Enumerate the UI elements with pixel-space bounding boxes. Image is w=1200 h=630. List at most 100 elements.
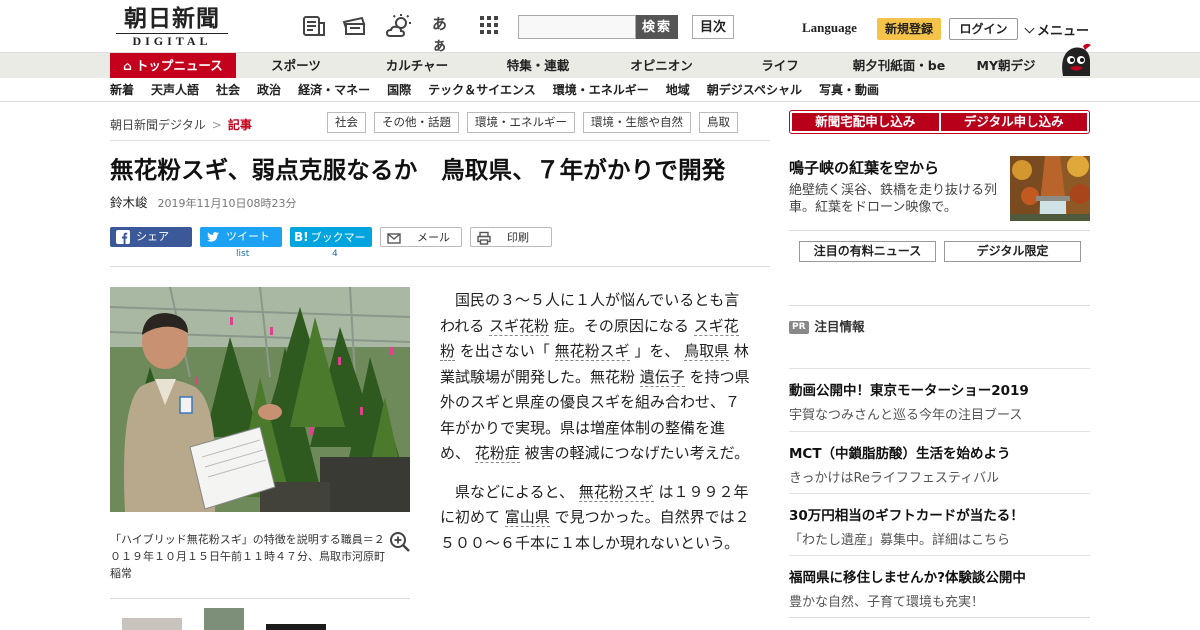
tag-environment-nature[interactable]: 環境・生態や自然 <box>583 112 691 133</box>
nav-sports[interactable]: スポーツ <box>236 53 356 79</box>
keyword-link[interactable]: 無花粉スギ <box>578 482 654 502</box>
newspaper-icon[interactable] <box>301 14 327 38</box>
toc-button[interactable]: 目次 <box>692 15 734 39</box>
apps-grid-icon[interactable] <box>477 14 503 38</box>
secondary-nav: 新着 天声人語 社会 政治 経済・マネー 国際 テック＆サイエンス 環境・エネル… <box>0 78 1200 102</box>
home-icon: ⌂ <box>123 59 132 73</box>
keyword-link[interactable]: 富山県 <box>504 508 550 527</box>
pr-item-title: MCT（中鎖脂肪酸）生活を始めよう <box>789 446 1011 462</box>
pr-badge: PR <box>789 321 809 334</box>
twitter-count[interactable]: list <box>236 249 249 259</box>
weather-icon[interactable] <box>386 14 412 38</box>
divider <box>110 140 770 141</box>
tag-tottori[interactable]: 鳥取 <box>699 112 738 133</box>
divider <box>789 230 1090 231</box>
pr-item-desc: きっかけはReライフフェスティバル <box>789 471 1000 486</box>
article-body: 国民の３～５人に１人が悩んでいるとも言われる スギ花粉 症。その原因になる スギ… <box>440 288 752 569</box>
hatena-bookmark-button[interactable]: B! ブックマーク <box>290 227 372 264</box>
nav-features[interactable]: 特集・連載 <box>478 53 598 79</box>
promo-title[interactable]: 鳴子峡の紅葉を空から <box>789 157 939 178</box>
nav2-region[interactable]: 地域 <box>666 78 690 102</box>
pr-item[interactable]: 30万円相当のギフトカードが当たる！ 「わたし遺産」募集中。詳細はこちら <box>789 493 1090 548</box>
mascot-icon <box>1062 43 1091 76</box>
article-photo[interactable] <box>110 287 410 512</box>
promo-text: 絶壁続く渓谷、鉄橋を走り抜ける列車。紅葉をドローン映像で。 <box>789 183 998 215</box>
hatena-count[interactable]: 4 <box>332 249 338 259</box>
pr-item[interactable]: 動画公開中！東京モーターショー2019 宇賀なつみさんと巡る今年の注目ブース <box>789 368 1090 423</box>
chevron-down-icon <box>1024 23 1035 34</box>
photo-thumbnails[interactable] <box>110 608 410 630</box>
keyword-link[interactable]: 鳥取県 <box>684 342 730 361</box>
keyword-link[interactable]: 無花粉スギ <box>554 342 630 361</box>
nav2-special[interactable]: 朝デジスペシャル <box>707 78 802 102</box>
nav2-economy[interactable]: 経済・マネー <box>298 78 370 102</box>
tag-other[interactable]: その他・話題 <box>374 112 459 133</box>
nav2-society[interactable]: 社会 <box>216 78 240 102</box>
text-span: 県などによると、 <box>455 482 579 501</box>
logo-sub-text: DIGITAL <box>116 33 228 48</box>
ticket-icon[interactable] <box>342 14 368 38</box>
twitter-icon <box>207 232 219 242</box>
divider <box>110 266 770 267</box>
login-button[interactable]: ログイン <box>949 18 1018 40</box>
facebook-icon <box>116 230 130 244</box>
register-button[interactable]: 新規登録 <box>877 18 941 40</box>
pr-section-header: PR 注目情報 <box>789 316 865 335</box>
nav2-tensei[interactable]: 天声人語 <box>151 78 199 102</box>
menu-button[interactable]: メニュー <box>1024 20 1090 39</box>
breadcrumb-home[interactable]: 朝日新聞デジタル <box>110 118 206 132</box>
pr-item-desc: 宇賀なつみさんと巡る今年の注目ブース <box>789 408 1023 423</box>
nav2-tech[interactable]: テック＆サイエンス <box>428 78 536 102</box>
nav-opinion[interactable]: オピニオン <box>598 53 725 79</box>
language-link[interactable]: Language <box>802 20 857 36</box>
nav2-photo[interactable]: 写真・動画 <box>819 78 879 102</box>
mail-share-button[interactable]: メール <box>380 227 462 247</box>
nav-life[interactable]: ライフ <box>725 53 835 79</box>
zoom-icon[interactable] <box>389 531 411 553</box>
print-button[interactable]: 印刷 <box>470 227 552 247</box>
primary-nav: ⌂ トップニュース スポーツ カルチャー 特集・連載 オピニオン ライフ 朝夕刊紙… <box>0 52 1200 79</box>
nav2-new[interactable]: 新着 <box>110 78 134 102</box>
divider <box>789 617 1090 618</box>
divider <box>789 305 1090 306</box>
nav2-politics[interactable]: 政治 <box>257 78 281 102</box>
keyword-link[interactable]: 遺伝子 <box>639 367 685 387</box>
nav2-environment[interactable]: 環境・エネルギー <box>553 78 649 102</box>
tag-environment-energy[interactable]: 環境・エネルギー <box>467 112 575 133</box>
pr-item[interactable]: MCT（中鎖脂肪酸）生活を始めよう きっかけはReライフフェスティバル <box>789 431 1090 486</box>
subscription-box: 新聞宅配申し込み デジタル申し込み <box>789 110 1090 134</box>
digital-only-button[interactable]: デジタル限定 <box>944 241 1081 262</box>
pr-item[interactable]: 福岡県に移住しませんか?体験談公開中 豊かな自然、子育て環境も充実！ <box>789 555 1090 610</box>
article-paragraph: 県などによると、 無花粉スギ は１９９２年に初めて 富山県 で見つかった。自然界… <box>440 480 752 557</box>
pr-item-desc: 豊かな自然、子育て環境も充実！ <box>789 595 985 610</box>
digital-signup-button[interactable]: デジタル申し込み <box>940 113 1087 131</box>
nav-my-asahi[interactable]: MY朝デジ <box>963 53 1049 79</box>
nav2-international[interactable]: 国際 <box>387 78 411 102</box>
paid-news-button[interactable]: 注目の有料ニュース <box>799 241 936 262</box>
menu-label: メニュー <box>1037 24 1090 39</box>
search-input[interactable] <box>518 15 636 39</box>
nav-culture[interactable]: カルチャー <box>356 53 478 79</box>
search-button[interactable]: 検索 <box>636 15 678 39</box>
site-header: 朝日新聞 DIGITAL あぁ 検索 目次 Language 新規登録 ログイン… <box>0 0 1200 54</box>
author-name: 鈴木峻 <box>110 195 148 210</box>
twitter-tweet-button[interactable]: ツイート <box>200 227 282 247</box>
pr-item-title: 福岡県に移住しませんか?体験談公開中 <box>789 570 1026 586</box>
article-paragraph: 国民の３～５人に１人が悩んでいるとも言われる スギ花粉 症。その原因になる スギ… <box>440 288 752 467</box>
tag-society[interactable]: 社会 <box>327 112 366 133</box>
facebook-share-button[interactable]: シェア <box>110 227 192 247</box>
keyword-link[interactable]: スギ花粉 <box>489 316 550 336</box>
pr-section-title: 注目情報 <box>814 319 865 334</box>
hatena-icon: B! <box>294 230 309 244</box>
mail-icon <box>387 233 401 244</box>
text-span: 」を、 <box>629 342 685 360</box>
home-delivery-signup-button[interactable]: 新聞宅配申し込み <box>792 113 939 131</box>
site-logo[interactable]: 朝日新聞 DIGITAL <box>116 6 228 48</box>
twitter-tweet-label: ツイート <box>226 230 270 243</box>
promo-image[interactable] <box>1010 156 1090 221</box>
nav-newspaper[interactable]: 朝夕刊紙面・be <box>835 53 963 79</box>
font-size-icon[interactable]: あぁ <box>432 13 458 54</box>
keyword-link[interactable]: 花粉症 <box>474 444 520 463</box>
nav-top-news[interactable]: ⌂ トップニュース <box>110 53 236 79</box>
nav-top-news-label: トップニュース <box>135 58 223 73</box>
